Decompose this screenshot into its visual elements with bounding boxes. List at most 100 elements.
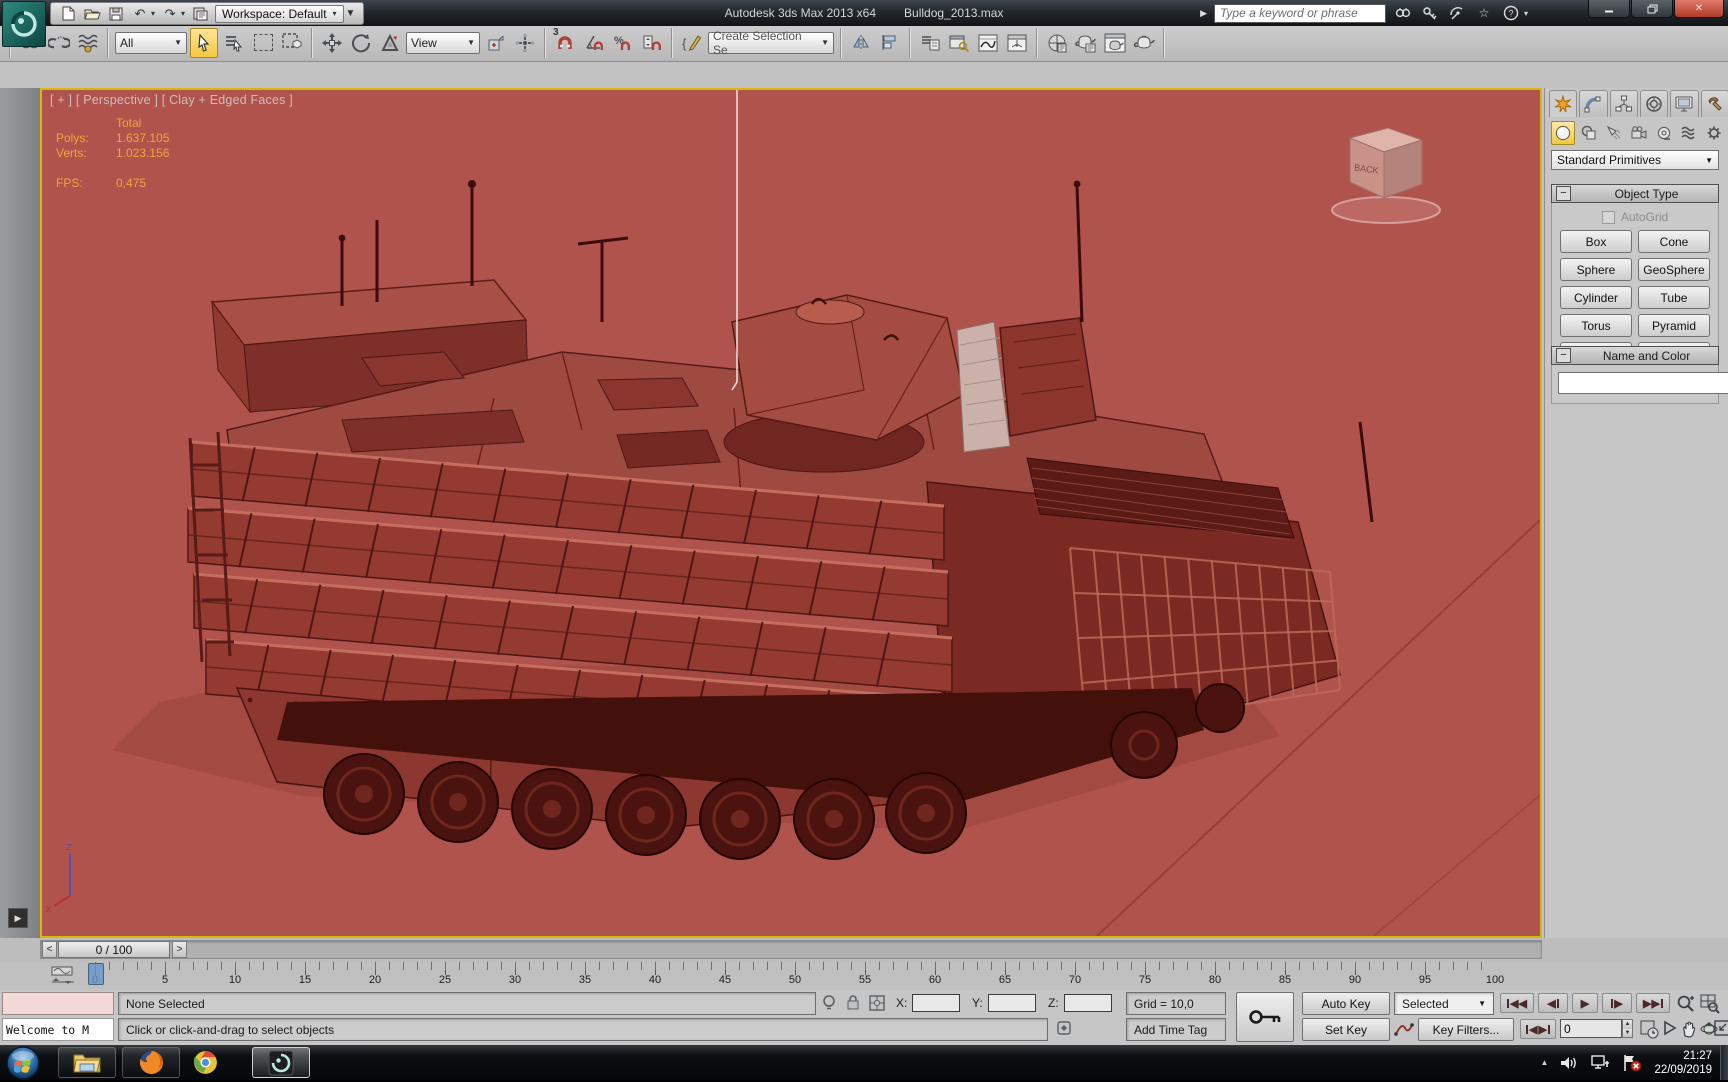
- rectangular-selection-region-icon[interactable]: [250, 29, 276, 57]
- pan-hand-icon[interactable]: [1680, 1020, 1698, 1038]
- selection-filter-dropdown[interactable]: All ▼: [115, 31, 187, 54]
- scene-explorer-icon[interactable]: [946, 29, 972, 57]
- search-input[interactable]: [1213, 3, 1386, 23]
- tab-display[interactable]: [1670, 90, 1699, 117]
- show-desktop-button[interactable]: [1720, 1045, 1728, 1080]
- primitive-button-box[interactable]: Box: [1560, 230, 1632, 253]
- new-file-icon[interactable]: [59, 6, 77, 22]
- schematic-view-icon[interactable]: [1004, 29, 1030, 57]
- default-in-out-tangents-icon[interactable]: [1394, 1020, 1414, 1038]
- select-and-scale-icon[interactable]: [377, 29, 403, 57]
- unlink-selection-icon[interactable]: [46, 29, 72, 57]
- align-icon[interactable]: [877, 29, 903, 57]
- bind-to-space-warp-icon[interactable]: [75, 29, 101, 57]
- play-button[interactable]: ▶: [1572, 993, 1598, 1013]
- auto-key-button[interactable]: Auto Key: [1302, 992, 1390, 1015]
- undo-dropdown-icon[interactable]: ▾: [151, 9, 155, 18]
- project-folder-icon[interactable]: [191, 6, 209, 22]
- category-lights[interactable]: [1603, 122, 1625, 144]
- tab-modify[interactable]: [1579, 90, 1608, 117]
- primitive-button-cone[interactable]: Cone: [1638, 230, 1710, 253]
- category-space-warps[interactable]: [1678, 122, 1700, 144]
- rendered-frame-window-icon[interactable]: [1102, 29, 1128, 57]
- layer-manager-icon[interactable]: [917, 29, 943, 57]
- maxscript-mini-listener[interactable]: Welcome to M: [2, 1018, 114, 1041]
- taskbar-clock[interactable]: 21:27 22/09/2019: [1654, 1049, 1718, 1077]
- z-coordinate-field[interactable]: [1064, 994, 1112, 1012]
- mirror-icon[interactable]: [848, 29, 874, 57]
- search-icon[interactable]: [1393, 4, 1413, 22]
- go-to-start-button[interactable]: ◀◀: [1500, 993, 1534, 1013]
- snaps-toggle-3d-icon[interactable]: 3: [552, 27, 578, 57]
- curve-editor-icon[interactable]: [975, 29, 1001, 57]
- autogrid-checkbox[interactable]: [1601, 210, 1615, 224]
- pan-to-selected-icon[interactable]: [1662, 1020, 1678, 1036]
- restore-button[interactable]: [1631, 0, 1673, 18]
- material-editor-icon[interactable]: [1044, 29, 1070, 57]
- category-systems[interactable]: [1703, 122, 1725, 144]
- minimize-button[interactable]: [1588, 0, 1630, 18]
- redo-dropdown-icon[interactable]: ▾: [181, 9, 185, 18]
- percent-snap-toggle-icon[interactable]: %: [610, 29, 636, 57]
- subscription-key-icon[interactable]: [1420, 4, 1440, 22]
- tab-utilities[interactable]: [1700, 90, 1728, 117]
- y-coordinate-field[interactable]: [988, 994, 1036, 1012]
- object-type-rollout-header[interactable]: − Object Type: [1551, 184, 1719, 203]
- redo-icon[interactable]: ↷: [161, 6, 179, 22]
- taskbar-firefox-button[interactable]: [122, 1047, 180, 1078]
- primitive-category-dropdown[interactable]: Standard Primitives ▼: [1551, 150, 1719, 170]
- open-mini-curve-editor-icon[interactable]: [50, 966, 76, 986]
- use-pivot-point-center-icon[interactable]: [483, 29, 509, 57]
- category-cameras[interactable]: [1628, 122, 1650, 144]
- communication-center-icon[interactable]: [1447, 4, 1467, 22]
- application-menu-button[interactable]: [2, 1, 46, 47]
- primitive-button-pyramid[interactable]: Pyramid: [1638, 314, 1710, 337]
- start-button[interactable]: [4, 1044, 42, 1082]
- action-center-flag-icon[interactable]: [1622, 1054, 1642, 1072]
- save-file-icon[interactable]: [107, 6, 125, 22]
- help-dropdown-icon[interactable]: ▾: [1524, 9, 1528, 18]
- tray-expand-icon[interactable]: ▲: [1541, 1058, 1549, 1067]
- tab-create[interactable]: [1549, 90, 1578, 117]
- named-selection-sets-dropdown[interactable]: Create Selection Se ▼: [708, 29, 834, 57]
- workspace-dropdown[interactable]: Workspace: Default ▾: [215, 4, 344, 23]
- next-frame-arrow-button[interactable]: >: [172, 941, 187, 958]
- taskbar-chrome-button[interactable]: [192, 1049, 219, 1076]
- previous-frame-button[interactable]: ◀: [1538, 993, 1568, 1013]
- viewport-label[interactable]: [ + ] [ Perspective ] [ Clay + Edged Fac…: [50, 93, 293, 107]
- time-slider-thumb[interactable]: 0 / 100: [58, 941, 170, 958]
- perspective-viewport[interactable]: BACK z x [ + ] [ Perspective ] [ Clay + …: [40, 88, 1542, 938]
- time-slider-track[interactable]: [40, 940, 1542, 959]
- communicate-cube-icon[interactable]: [1056, 1020, 1073, 1037]
- add-time-tag-field[interactable]: Add Time Tag: [1126, 1018, 1226, 1041]
- select-and-move-icon[interactable]: [319, 29, 345, 57]
- render-setup-icon[interactable]: [1073, 29, 1099, 57]
- category-shapes[interactable]: [1578, 122, 1600, 144]
- time-configuration-icon[interactable]: [1640, 1020, 1659, 1039]
- primitive-button-cylinder[interactable]: Cylinder: [1560, 286, 1632, 309]
- angle-snap-toggle-icon[interactable]: [581, 29, 607, 57]
- previous-frame-arrow-button[interactable]: <: [42, 941, 57, 958]
- window-crossing-toggle-icon[interactable]: [279, 29, 305, 57]
- category-helpers[interactable]: [1653, 122, 1675, 144]
- maxscript-macro-recorder[interactable]: [2, 992, 114, 1015]
- network-icon[interactable]: [1590, 1054, 1610, 1071]
- selection-lock-icon[interactable]: [846, 994, 860, 1011]
- track-bar-ruler[interactable]: 0510152025303540455055606570758085909510…: [92, 962, 1504, 989]
- select-and-rotate-icon[interactable]: [348, 29, 374, 57]
- primitive-button-sphere[interactable]: Sphere: [1560, 258, 1632, 281]
- viewport-layout-tab-icon[interactable]: ▶: [8, 908, 28, 928]
- x-coordinate-field[interactable]: [912, 994, 960, 1012]
- primitive-button-tube[interactable]: Tube: [1638, 286, 1710, 309]
- help-icon[interactable]: ?: [1501, 4, 1521, 22]
- current-frame-marker[interactable]: [88, 963, 104, 985]
- key-filters-button[interactable]: Key Filters...: [1418, 1018, 1514, 1041]
- key-mode-toggle-button[interactable]: ◀ ▶: [1520, 1019, 1556, 1039]
- category-geometry[interactable]: [1551, 121, 1575, 145]
- render-production-icon[interactable]: [1131, 29, 1157, 57]
- tab-motion[interactable]: [1639, 90, 1669, 117]
- select-object-button[interactable]: [190, 27, 218, 58]
- primitive-button-geosphere[interactable]: GeoSphere: [1638, 258, 1710, 281]
- qat-customize-icon[interactable]: ▼: [346, 8, 356, 19]
- infocenter-expand-icon[interactable]: ▶: [1200, 8, 1207, 19]
